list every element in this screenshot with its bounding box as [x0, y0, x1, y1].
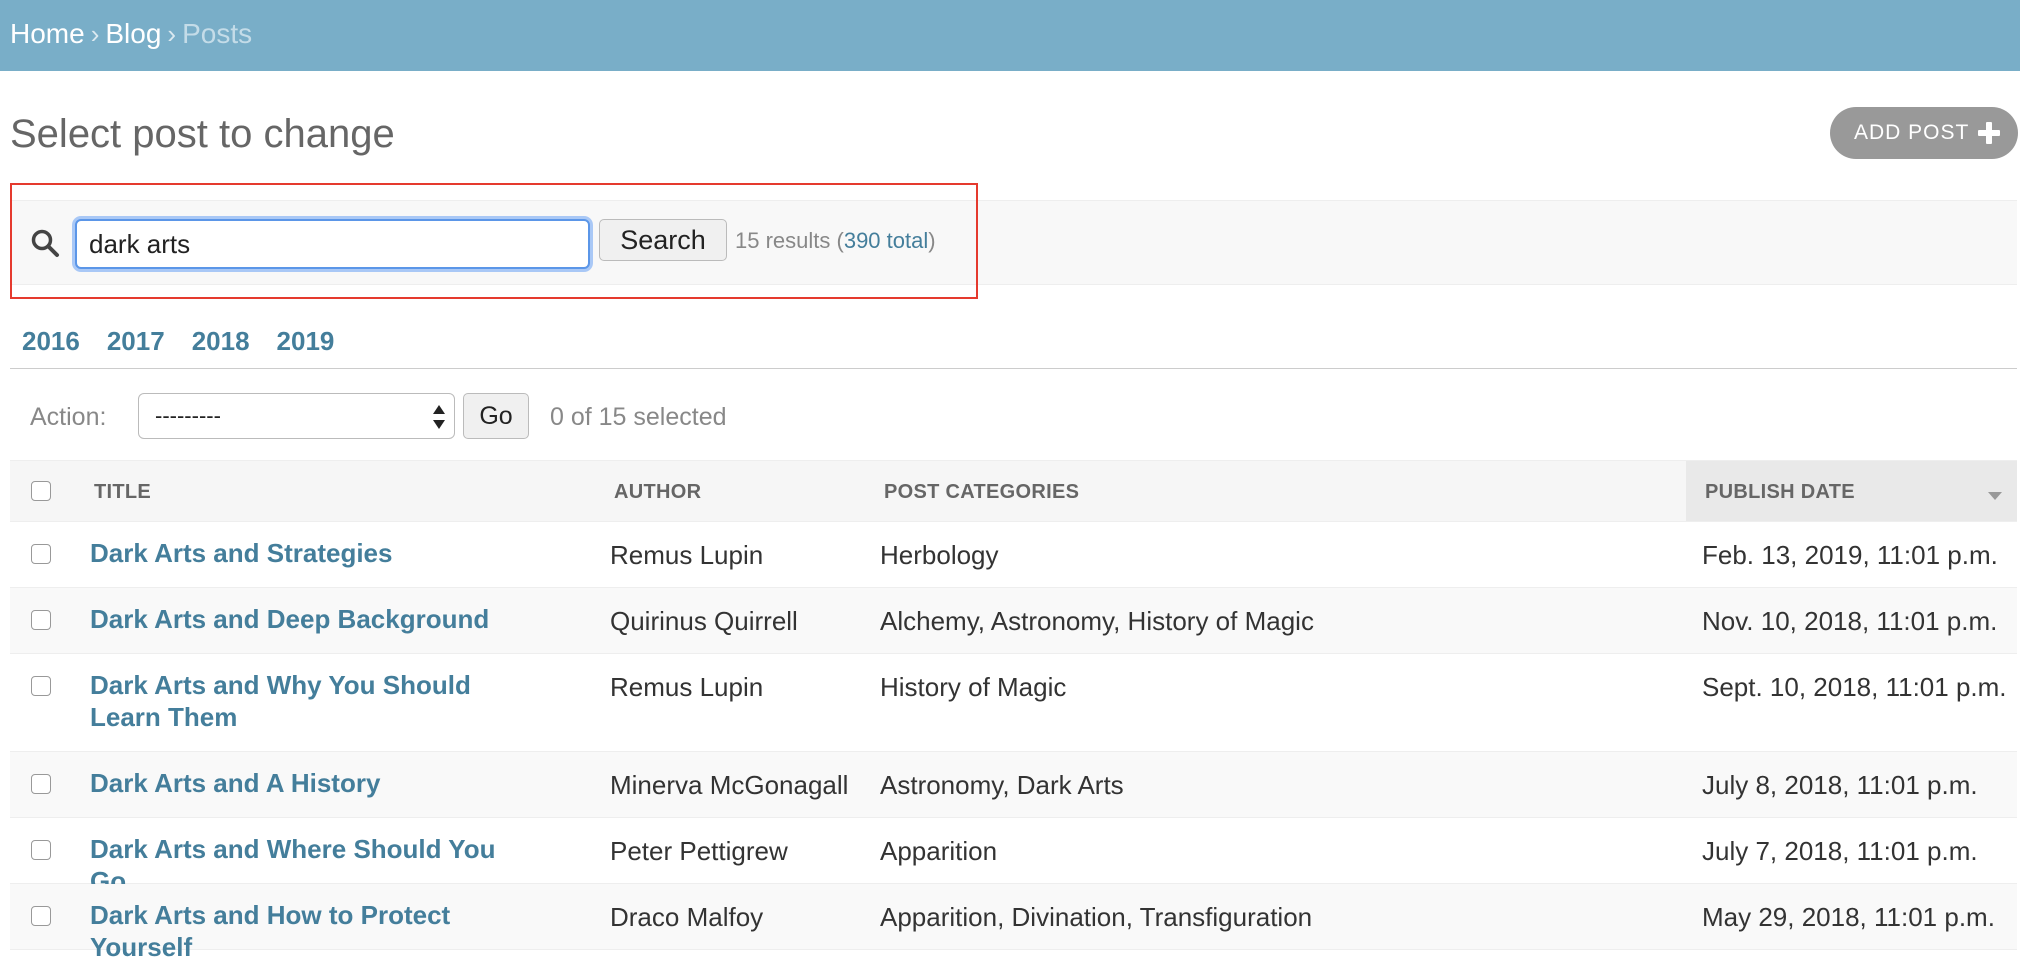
- post-title-link[interactable]: Dark Arts and Why You Should Learn Them: [90, 669, 530, 733]
- breadcrumb-blog-link[interactable]: Blog: [105, 18, 161, 49]
- action-label: Action:: [30, 403, 107, 431]
- divider: [10, 368, 2017, 369]
- post-categories: Apparition, Divination, Transfiguration: [880, 902, 1313, 932]
- column-header-post-categories[interactable]: POST CATEGORIES: [884, 481, 1079, 504]
- column-header-publish-date[interactable]: PUBLISH DATE: [1705, 481, 1855, 504]
- select-all-checkbox[interactable]: [31, 481, 51, 501]
- breadcrumb-current: Posts: [182, 18, 253, 49]
- row-checkbox[interactable]: [31, 610, 51, 630]
- table-row: Dark Arts and Strategies Remus Lupin Her…: [10, 522, 2017, 588]
- post-title-link[interactable]: Dark Arts and Deep Background: [90, 603, 530, 635]
- post-categories: Alchemy, Astronomy, History of Magic: [880, 606, 1314, 636]
- page-title: Select post to change: [10, 112, 395, 156]
- post-author: Peter Pettigrew: [610, 836, 788, 866]
- table-row: Dark Arts and Why You Should Learn Them …: [10, 654, 2017, 752]
- table-row: Dark Arts and A History Minerva McGonaga…: [10, 752, 2017, 818]
- row-checkbox[interactable]: [31, 544, 51, 564]
- row-checkbox[interactable]: [31, 774, 51, 794]
- action-select-value: ---------: [155, 403, 221, 428]
- table-header: TITLE AUTHOR POST CATEGORIES PUBLISH DAT…: [10, 460, 2017, 522]
- column-header-title[interactable]: TITLE: [94, 481, 151, 504]
- post-categories: History of Magic: [880, 672, 1067, 702]
- date-link-2016[interactable]: 2016: [22, 326, 80, 357]
- results-table: TITLE AUTHOR POST CATEGORIES PUBLISH DAT…: [10, 460, 2017, 962]
- post-title-link[interactable]: Dark Arts and How to Protect Yourself: [90, 899, 530, 963]
- action-select[interactable]: ---------: [138, 393, 455, 439]
- post-publish-date: Sept. 10, 2018, 11:01 p.m.: [1702, 672, 2007, 702]
- table-row: Dark Arts and How to Protect Yourself Dr…: [10, 884, 2017, 962]
- post-author: Quirinus Quirrell: [610, 606, 798, 636]
- post-title-link[interactable]: Dark Arts and A History: [90, 767, 530, 799]
- plus-icon: [1978, 122, 2000, 144]
- post-author: Minerva McGonagall: [610, 770, 849, 800]
- post-publish-date: Nov. 10, 2018, 11:01 p.m.: [1702, 606, 1998, 636]
- post-publish-date: July 8, 2018, 11:01 p.m.: [1702, 770, 1978, 800]
- table-row: Dark Arts and Deep Background Quirinus Q…: [10, 588, 2017, 654]
- post-publish-date: July 7, 2018, 11:01 p.m.: [1702, 836, 1978, 866]
- date-link-2018[interactable]: 2018: [192, 326, 250, 357]
- row-checkbox[interactable]: [31, 676, 51, 696]
- post-publish-date: May 29, 2018, 11:01 p.m.: [1702, 902, 1995, 932]
- breadcrumb-separator: ›: [167, 19, 177, 49]
- post-author: Remus Lupin: [610, 672, 764, 702]
- post-categories: Herbology: [880, 540, 999, 570]
- post-categories: Astronomy, Dark Arts: [880, 770, 1124, 800]
- row-checkbox[interactable]: [31, 840, 51, 860]
- date-link-2017[interactable]: 2017: [107, 326, 165, 357]
- post-author: Draco Malfoy: [610, 902, 764, 932]
- post-categories: Apparition: [880, 836, 998, 866]
- breadcrumb-bar: Home › Blog › Posts: [0, 0, 2020, 71]
- go-button[interactable]: Go: [463, 393, 529, 439]
- select-arrows-icon: [433, 405, 445, 429]
- highlight-box: [10, 183, 978, 299]
- column-header-author[interactable]: AUTHOR: [614, 481, 701, 504]
- post-publish-date: Feb. 13, 2019, 11:01 p.m.: [1702, 540, 1998, 570]
- date-hierarchy: 2016 2017 2018 2019: [22, 326, 361, 357]
- table-row: Dark Arts and Where Should You Go Peter …: [10, 818, 2017, 896]
- post-title-link[interactable]: Dark Arts and Strategies: [90, 537, 530, 569]
- add-post-label: ADD POST: [1854, 121, 1970, 144]
- breadcrumb: Home › Blog › Posts: [10, 18, 252, 50]
- selected-count: 0 of 15 selected: [550, 403, 727, 431]
- breadcrumb-home-link[interactable]: Home: [10, 18, 85, 49]
- add-post-button[interactable]: ADD POST: [1830, 107, 2018, 159]
- row-checkbox[interactable]: [31, 906, 51, 926]
- post-author: Remus Lupin: [610, 540, 764, 570]
- date-link-2019[interactable]: 2019: [277, 326, 335, 357]
- breadcrumb-separator: ›: [90, 19, 100, 49]
- sort-descending-icon[interactable]: [1987, 491, 2003, 501]
